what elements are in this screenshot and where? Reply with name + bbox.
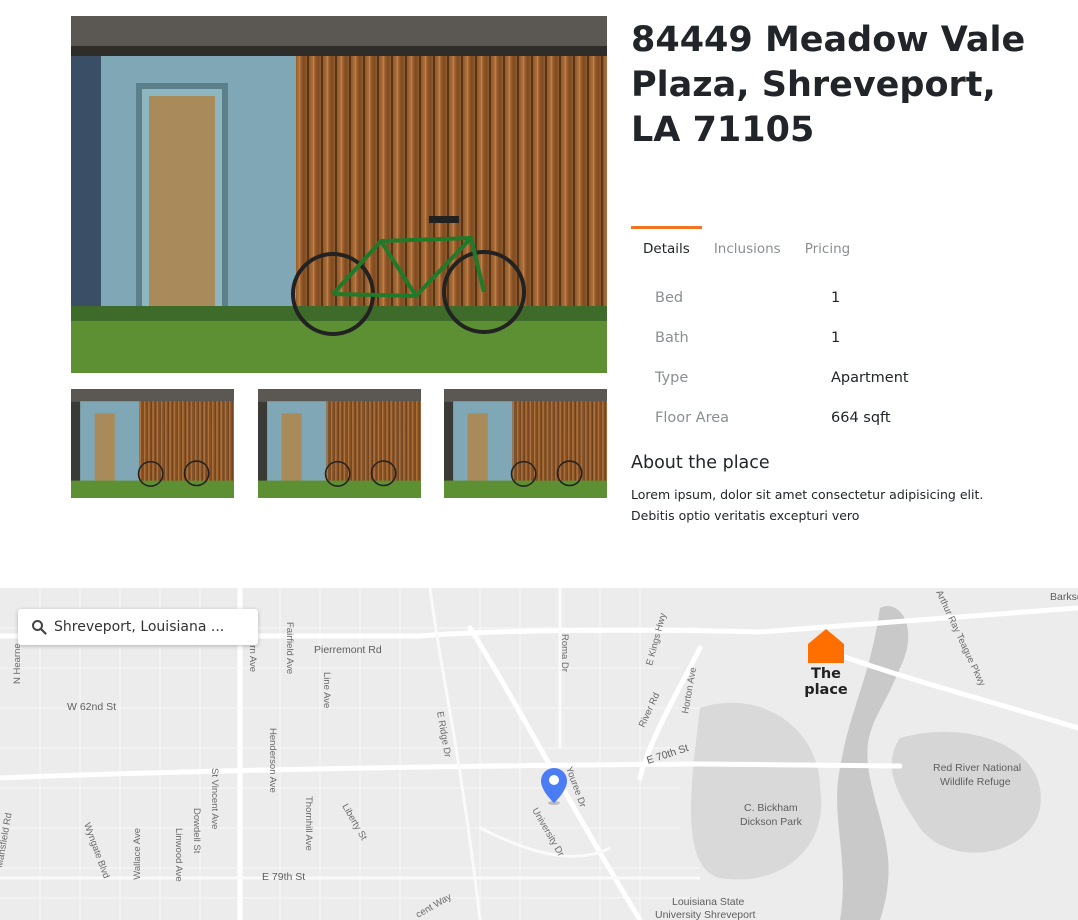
map-label-henderson: Henderson Ave	[267, 728, 278, 793]
detail-value: 1	[831, 330, 841, 346]
thumbnail-1[interactable]	[71, 389, 234, 498]
detail-label: Floor Area	[655, 410, 730, 426]
details-table: Bed 1 Bath 1 Type Apartment Floor Area 6…	[631, 278, 1051, 438]
map-label-line: Line Ave	[321, 672, 332, 708]
map-label-barksdale: Barksda	[1050, 591, 1078, 603]
about-text: Lorem ipsum, dolor sit amet consectetur …	[631, 487, 984, 523]
map-label-redriver2: Wildlife Refuge	[940, 776, 1011, 788]
about-title: About the place	[631, 453, 770, 473]
map[interactable]: Pierremont Rd W 62nd St E 79th St Red Ri…	[0, 588, 1078, 920]
thumbnail-3[interactable]	[444, 389, 607, 498]
map-label-roma: Roma Dr	[559, 634, 570, 672]
main-photo	[71, 16, 607, 373]
tab-details[interactable]: Details	[631, 226, 702, 269]
detail-row-type: Type Apartment	[631, 358, 1051, 398]
map-label-lsu2: University Shreveport	[655, 909, 755, 920]
map-label-w62: W 62nd St	[67, 701, 116, 713]
map-label-e79: E 79th St	[262, 871, 305, 883]
map-label-bickham2: Dickson Park	[740, 816, 803, 828]
tab-inclusions[interactable]: Inclusions	[702, 226, 793, 269]
detail-value: 664 sqft	[831, 410, 891, 426]
map-label-dowdell: Dowdell St	[191, 808, 202, 854]
place-marker[interactable]: The place	[790, 628, 862, 698]
detail-value: 1	[831, 290, 841, 306]
detail-row-bed: Bed 1	[631, 278, 1051, 318]
detail-label: Bed	[655, 290, 684, 306]
map-search-box[interactable]: Shreveport, Louisiana ...	[18, 609, 258, 645]
place-label: The place	[804, 666, 848, 698]
map-label-fairfield: Fairfield Ave	[284, 622, 295, 674]
tab-pricing[interactable]: Pricing	[793, 226, 863, 269]
map-label-linwood: Linwood Ave	[173, 828, 184, 882]
thumbnail-2[interactable]	[258, 389, 421, 498]
map-label-stvincent: St Vincent Ave	[209, 768, 220, 829]
listing-address: 84449 Meadow Vale Plaza, Shreveport, LA …	[631, 20, 1026, 150]
map-label-pierremont: Pierremont Rd	[314, 644, 382, 656]
thumbnail-strip	[71, 389, 607, 498]
location-pin-icon[interactable]	[540, 767, 568, 809]
map-label-redriver1: Red River National	[933, 762, 1021, 774]
house-icon	[808, 629, 844, 663]
map-label-lsu1: Louisiana State	[672, 896, 745, 908]
detail-label: Type	[655, 370, 689, 386]
map-label-thornhill: Thornhill Ave	[303, 796, 314, 851]
details-tabs: Details Inclusions Pricing	[631, 226, 862, 266]
detail-value: Apartment	[831, 370, 909, 386]
map-label-bickham1: C. Bickham	[744, 802, 798, 814]
search-icon	[24, 609, 54, 645]
detail-label: Bath	[655, 330, 689, 346]
map-label-nhearne: N Hearne	[12, 643, 23, 684]
detail-row-floor-area: Floor Area 664 sqft	[631, 398, 1051, 438]
detail-row-bath: Bath 1	[631, 318, 1051, 358]
map-label-wallace: Wallace Ave	[132, 828, 143, 880]
search-input[interactable]: Shreveport, Louisiana ...	[54, 619, 224, 635]
